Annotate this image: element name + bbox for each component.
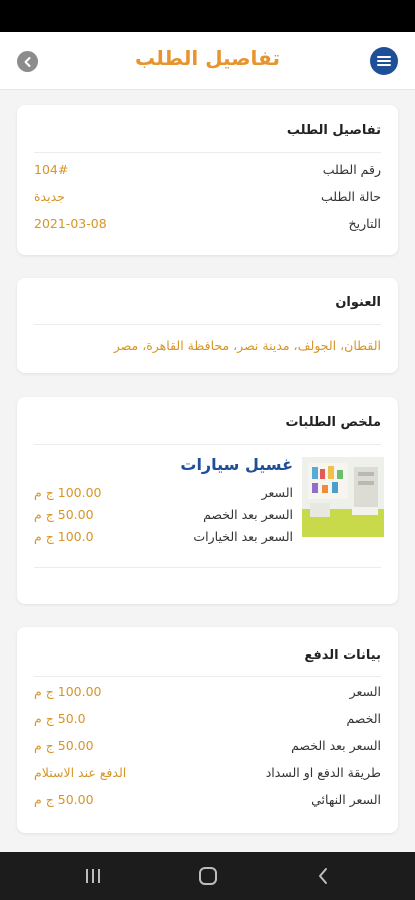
order-date-value: 2021-03-08 xyxy=(34,216,107,231)
payment-method-row: طريقة الدفع او السداد الدفع عند الاستلام xyxy=(34,765,381,785)
orders-summary-card: ملخص الطلبات غسيل سيارات السعر 100.00 ج … xyxy=(17,397,398,604)
payment-discount-row: الخصم 50.0 ج م xyxy=(34,711,381,731)
payment-title: بيانات الدفع xyxy=(304,648,381,663)
orders-summary-title: ملخص الطلبات xyxy=(285,415,381,430)
payment-price-value: 100.00 ج م xyxy=(34,684,102,699)
product-price-row: السعر 100.00 ج م xyxy=(34,485,293,505)
order-date-row: التاريخ 2021-03-08 xyxy=(34,216,381,236)
page-title: تفاصيل الطلب xyxy=(135,46,280,70)
payment-card: بيانات الدفع السعر 100.00 ج م الخصم 50.0… xyxy=(17,627,398,833)
product-price-label: السعر xyxy=(261,485,293,500)
payment-final-price-row: السعر النهائي 50.00 ج م xyxy=(34,792,381,812)
menu-icon xyxy=(377,56,391,66)
divider xyxy=(34,444,381,445)
payment-price-label: السعر xyxy=(349,684,381,699)
recent-apps-icon xyxy=(86,869,100,883)
menu-button[interactable] xyxy=(370,47,398,75)
product-options-price-value: 100.0 ج م xyxy=(34,529,94,544)
payment-method-value: الدفع عند الاستلام xyxy=(34,765,127,780)
address-card: العنوان القطان، الجولف، مدينة نصر، محافظ… xyxy=(17,278,398,373)
nav-back-button[interactable] xyxy=(313,866,335,886)
nav-back-icon xyxy=(319,868,327,884)
divider xyxy=(34,676,381,677)
payment-discount-label: الخصم xyxy=(346,711,381,726)
order-status-value: جديدة xyxy=(34,189,65,204)
order-details-title: تفاصيل الطلب xyxy=(286,123,381,138)
payment-price-after-discount-row: السعر بعد الخصم 50.00 ج م xyxy=(34,738,381,758)
address-title: العنوان xyxy=(335,295,381,310)
product-options-price-label: السعر بعد الخيارات xyxy=(193,529,293,544)
status-bar xyxy=(0,0,415,32)
recent-apps-button[interactable] xyxy=(82,866,104,886)
payment-method-label: طريقة الدفع او السداد xyxy=(265,765,381,780)
payment-price-row: السعر 100.00 ج م xyxy=(34,684,381,704)
divider xyxy=(34,567,381,568)
product-options-price-row: السعر بعد الخيارات 100.0 ج م xyxy=(34,529,293,549)
home-icon xyxy=(199,867,217,885)
product-name: غسيل سيارات xyxy=(180,455,293,474)
system-nav-bar xyxy=(0,852,415,900)
divider xyxy=(34,152,381,153)
order-number-value: 104# xyxy=(34,162,69,177)
payment-price-after-discount-label: السعر بعد الخصم xyxy=(291,738,381,753)
payment-final-price-value: 50.00 ج م xyxy=(34,792,94,807)
product-image xyxy=(302,457,384,537)
order-details-card: تفاصيل الطلب رقم الطلب 104# حالة الطلب ج… xyxy=(17,105,398,255)
payment-price-after-discount-value: 50.00 ج م xyxy=(34,738,94,753)
product-discount-price-label: السعر بعد الخصم xyxy=(203,507,293,522)
payment-final-price-label: السعر النهائي xyxy=(311,792,381,807)
product-discount-price-value: 50.00 ج م xyxy=(34,507,94,522)
address-text: القطان، الجولف، مدينة نصر، محافظة القاهر… xyxy=(113,338,381,353)
order-status-label: حالة الطلب xyxy=(321,189,381,204)
divider xyxy=(34,324,381,325)
payment-discount-value: 50.0 ج م xyxy=(34,711,86,726)
order-number-label: رقم الطلب xyxy=(322,162,381,177)
product-price-value: 100.00 ج م xyxy=(34,485,102,500)
order-status-row: حالة الطلب جديدة xyxy=(34,189,381,209)
product-discount-price-row: السعر بعد الخصم 50.00 ج م xyxy=(34,507,293,527)
order-number-row: رقم الطلب 104# xyxy=(34,162,381,182)
order-date-label: التاريخ xyxy=(348,216,381,231)
app-bar: تفاصيل الطلب xyxy=(0,32,415,90)
home-button[interactable] xyxy=(197,866,219,886)
